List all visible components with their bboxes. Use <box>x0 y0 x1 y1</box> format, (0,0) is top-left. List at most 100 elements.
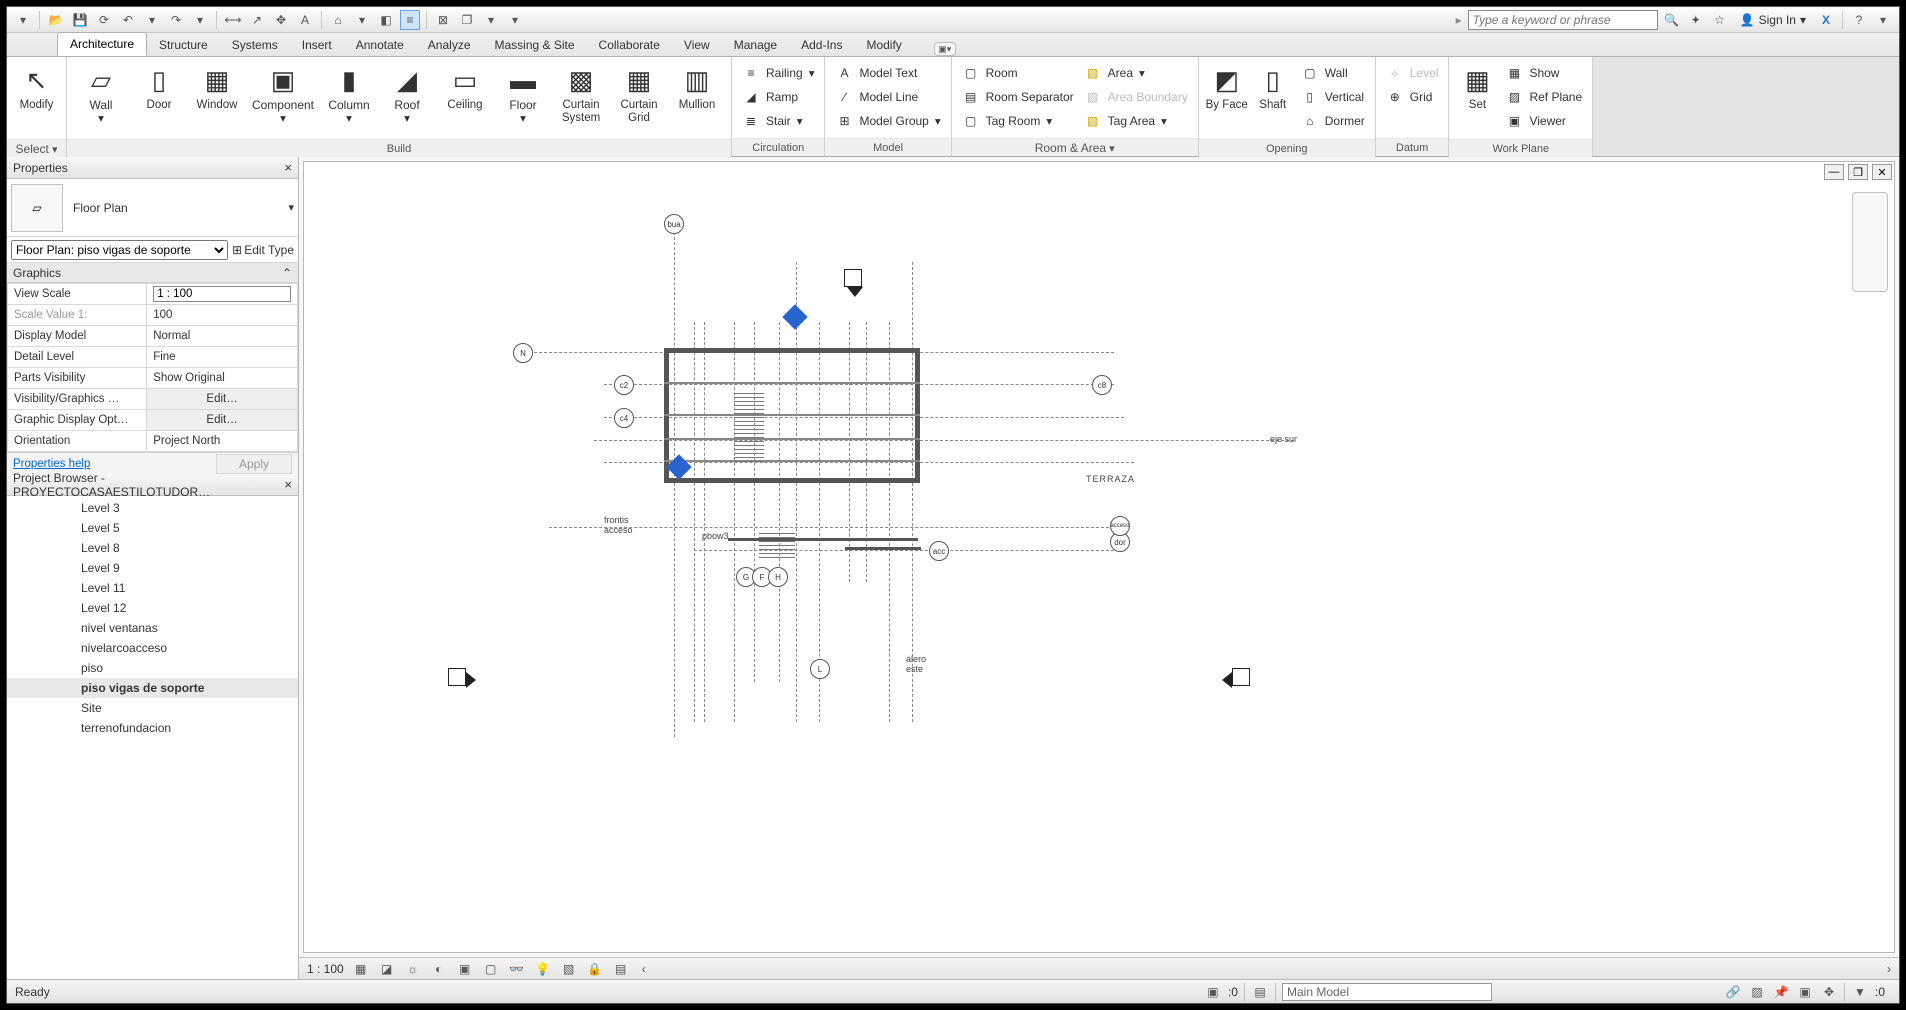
detail-level-icon[interactable]: ▦ <box>352 960 370 978</box>
column-button[interactable]: ▮Column▾ <box>321 59 377 137</box>
shadows-icon[interactable]: ◐ <box>430 960 448 978</box>
tab-annotate[interactable]: Annotate <box>344 34 416 56</box>
prop-value[interactable]: Edit… <box>147 389 298 410</box>
app-menu-button[interactable]: ▾ <box>13 10 33 30</box>
floor-button[interactable]: ▬Floor▾ <box>495 59 551 137</box>
browser-item[interactable]: Site <box>7 698 298 718</box>
browser-item[interactable]: Level 8 <box>7 538 298 558</box>
opening-dormer-button[interactable]: ⌂Dormer <box>1301 109 1365 133</box>
visual-style-icon[interactable]: ◪ <box>378 960 396 978</box>
model-text-button[interactable]: AModel Text <box>835 61 940 85</box>
tab-insert[interactable]: Insert <box>290 34 344 56</box>
sunpath-icon[interactable]: ☼ <box>404 960 422 978</box>
reveal-icon[interactable]: 💡 <box>534 960 552 978</box>
select-pinned-icon[interactable]: 📌 <box>1772 983 1790 1001</box>
model-group-button[interactable]: ⊞Model Group ▾ <box>835 109 940 133</box>
tab-manage[interactable]: Manage <box>722 34 789 56</box>
browser-item[interactable]: nivel ventanas <box>7 618 298 638</box>
refplane-button[interactable]: ▨Ref Plane <box>1505 85 1582 109</box>
mullion-button[interactable]: ▥Mullion <box>669 59 725 137</box>
tag-icon[interactable]: ✥ <box>271 10 291 30</box>
filter-icon[interactable]: ▼ <box>1851 983 1869 1001</box>
tab-massing[interactable]: Massing & Site <box>483 34 587 56</box>
graphics-category[interactable]: Graphics⌃ <box>7 263 298 283</box>
browser-item[interactable]: nivelarcoacceso <box>7 638 298 658</box>
prop-input[interactable] <box>153 286 291 302</box>
redo-icon[interactable]: ↷ <box>166 10 186 30</box>
constraints-icon[interactable]: 🔒 <box>586 960 604 978</box>
prop-value[interactable]: Show Original <box>147 368 298 389</box>
room-separator-button[interactable]: ▤Room Separator <box>962 85 1074 109</box>
fav-icon[interactable]: ☆ <box>1710 10 1730 30</box>
panel-room-area[interactable]: Room & Area ▾ <box>952 138 1198 156</box>
sync-icon[interactable]: ⟳ <box>94 10 114 30</box>
instance-filter[interactable]: Floor Plan: piso vigas de soporte <box>11 240 228 260</box>
exchange-icon[interactable]: X <box>1816 10 1836 30</box>
browser-item[interactable]: piso vigas de soporte <box>7 678 298 698</box>
undo-icon[interactable]: ↶ <box>118 10 138 30</box>
curtain-system-button[interactable]: ▩Curtain System <box>553 59 609 137</box>
railing-button[interactable]: ≡Railing ▾ <box>742 61 814 85</box>
help-icon[interactable]: ? <box>1849 10 1869 30</box>
tab-structure[interactable]: Structure <box>147 34 220 56</box>
prop-value[interactable]: Fine <box>147 347 298 368</box>
default3d-icon[interactable]: ⌂ <box>328 10 348 30</box>
tag-area-button[interactable]: ▧Tag Area ▾ <box>1084 109 1188 133</box>
section-icon[interactable]: ◧ <box>376 10 396 30</box>
project-browser-title[interactable]: Project Browser - PROYECTOCASAESTILOTUDO… <box>7 474 298 496</box>
measure-icon[interactable]: ⟷ <box>223 10 243 30</box>
edit-type-button[interactable]: ⊞Edit Type <box>232 243 294 257</box>
open-icon[interactable]: 📂 <box>46 10 66 30</box>
tag-room-button[interactable]: ▢Tag Room ▾ <box>962 109 1074 133</box>
opening-wall-button[interactable]: ▢Wall <box>1301 61 1365 85</box>
search-button[interactable]: 🔍 <box>1662 10 1682 30</box>
switch-win-dd[interactable]: ▾ <box>481 10 501 30</box>
qat-customize-icon[interactable]: ▾ <box>505 10 525 30</box>
view-scale-button[interactable]: 1 : 100 <box>307 962 344 976</box>
prop-value[interactable]: 100 <box>147 305 298 326</box>
tab-architecture[interactable]: Architecture <box>57 32 147 56</box>
close-icon[interactable]: × <box>284 477 292 492</box>
browser-item[interactable]: Level 9 <box>7 558 298 578</box>
opening-vertical-button[interactable]: ▯Vertical <box>1301 85 1365 109</box>
select-face-icon[interactable]: ▣ <box>1796 983 1814 1001</box>
modify-button[interactable]: ↖Modify <box>13 59 60 137</box>
viewer-button[interactable]: ▣Viewer <box>1505 109 1582 133</box>
room-button[interactable]: ▢Room <box>962 61 1074 85</box>
prop-value[interactable] <box>147 284 298 305</box>
model-line-button[interactable]: ∕Model Line <box>835 85 940 109</box>
hide-isolate-icon[interactable]: 👓 <box>508 960 526 978</box>
wall-button[interactable]: ▱Wall▾ <box>73 59 129 137</box>
drag-elements-icon[interactable]: ✥ <box>1820 983 1838 1001</box>
save-icon[interactable]: 💾 <box>70 10 90 30</box>
ceiling-button[interactable]: ▭Ceiling <box>437 59 493 137</box>
browser-item[interactable]: Level 11 <box>7 578 298 598</box>
properties-title[interactable]: Properties× <box>7 157 298 179</box>
tab-modify[interactable]: Modify <box>854 34 913 56</box>
close-icon[interactable]: × <box>284 160 292 175</box>
byface-button[interactable]: ◩By Face <box>1205 59 1249 137</box>
tab-collaborate[interactable]: Collaborate <box>587 34 672 56</box>
prop-value[interactable]: Normal <box>147 326 298 347</box>
scroll-left-icon[interactable]: ‹ <box>642 962 646 976</box>
temp-hide-icon[interactable]: ▧ <box>560 960 578 978</box>
tab-analyze[interactable]: Analyze <box>416 34 483 56</box>
switch-win-icon[interactable]: ❐ <box>457 10 477 30</box>
panel-select[interactable]: Select ▾ <box>7 139 66 157</box>
crop-region-icon[interactable]: ▢ <box>482 960 500 978</box>
scroll-right-icon[interactable]: › <box>1887 962 1891 976</box>
project-browser-list[interactable]: Level 3Level 5Level 8Level 9Level 11Leve… <box>7 496 298 979</box>
browser-item[interactable]: Level 3 <box>7 498 298 518</box>
ramp-button[interactable]: ◢Ramp <box>742 85 814 109</box>
properties-help-link[interactable]: Properties help <box>13 458 90 470</box>
area-button[interactable]: ▧Area ▾ <box>1084 61 1188 85</box>
prop-value[interactable]: Project North <box>147 431 298 452</box>
window-button[interactable]: ▦Window <box>189 59 245 137</box>
ribbon-expand-button[interactable]: ▣▾ <box>934 42 956 56</box>
browser-item[interactable]: terrenofundacion <box>7 718 298 738</box>
search-input[interactable] <box>1468 10 1658 30</box>
grid-button[interactable]: ⊕Grid <box>1386 85 1439 109</box>
drawing-canvas[interactable]: — ❐ ✕ <box>303 161 1895 953</box>
door-button[interactable]: ▯Door <box>131 59 187 137</box>
design-options-field[interactable] <box>1282 983 1492 1001</box>
